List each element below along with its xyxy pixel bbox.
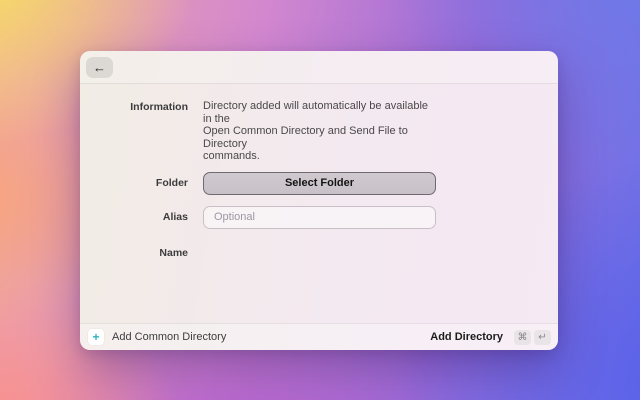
alias-row: Alias	[80, 205, 558, 229]
select-folder-button[interactable]: Select Folder	[203, 171, 436, 195]
alias-input[interactable]	[203, 205, 436, 229]
alias-label: Alias	[162, 211, 188, 223]
name-row: Name	[80, 247, 558, 259]
add-directory-button[interactable]: Add Directory ⌘ ↵	[430, 329, 551, 345]
plus-icon: +	[88, 329, 104, 345]
add-directory-label: Add Directory	[430, 331, 503, 343]
name-label: Name	[159, 246, 188, 259]
window-titlebar: ←	[80, 51, 558, 84]
back-arrow-icon: ←	[93, 59, 106, 75]
information-line: Open Common Directory and Send File to D…	[203, 125, 408, 150]
return-key-icon: ↵	[534, 329, 551, 345]
back-button[interactable]: ←	[86, 56, 113, 78]
desktop-background: ← Information Directory added will autom…	[0, 0, 640, 400]
form-content: Information Directory added will automat…	[80, 84, 558, 323]
folder-label: Folder	[155, 177, 188, 189]
name-value	[203, 247, 436, 259]
add-common-directory-button[interactable]: + Add Common Directory	[88, 329, 226, 345]
add-directory-window: ← Information Directory added will autom…	[80, 51, 558, 350]
information-line: Directory added will automatically be av…	[203, 100, 429, 125]
information-line: commands.	[203, 150, 260, 162]
information-row: Information Directory added will automat…	[80, 100, 558, 163]
command-key-icon: ⌘	[514, 329, 531, 345]
window-footer: + Add Common Directory Add Directory ⌘ ↵	[80, 323, 558, 350]
information-label: Information	[130, 101, 188, 113]
information-text: Directory added will automatically be av…	[203, 100, 436, 163]
add-common-directory-label: Add Common Directory	[112, 331, 227, 343]
folder-row: Folder Select Folder	[80, 171, 558, 195]
